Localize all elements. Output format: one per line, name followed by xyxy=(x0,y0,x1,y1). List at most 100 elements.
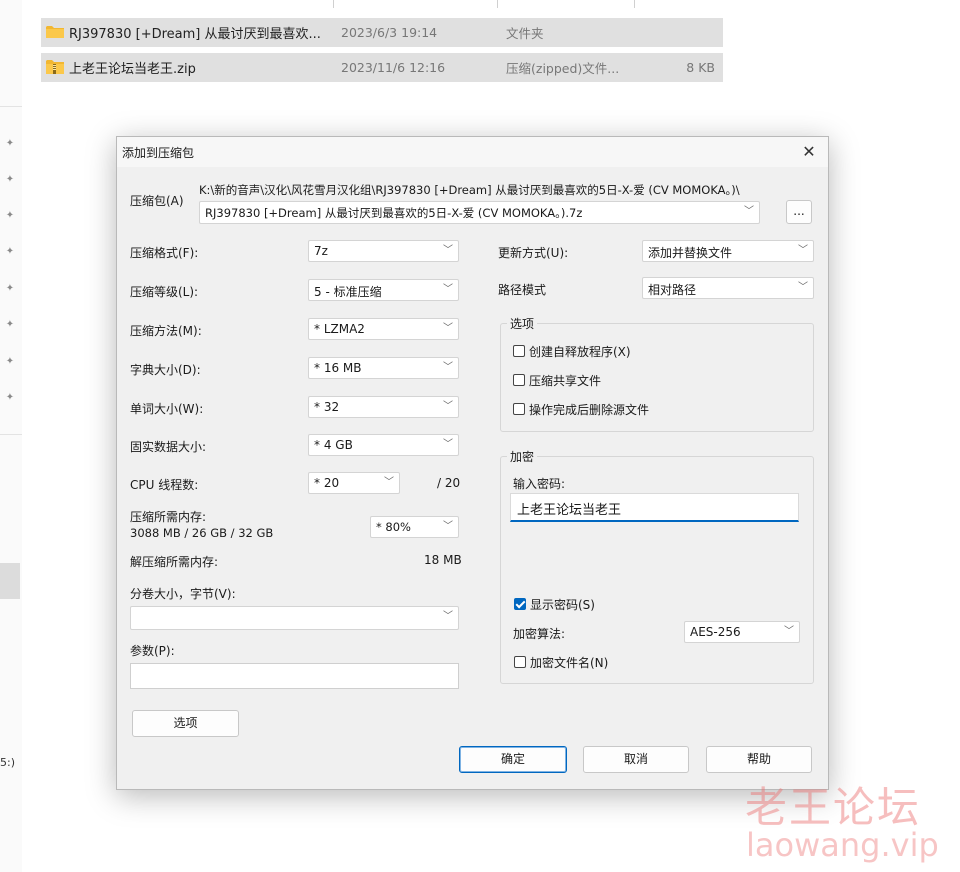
dialog-titlebar[interactable]: 添加到压缩包 ✕ xyxy=(117,137,828,167)
split-label: 分卷大小，字节(V): xyxy=(130,587,236,601)
format-select[interactable]: 7z ﹀ xyxy=(308,240,459,262)
file-row-zip[interactable]: 上老王论坛当老王.zip 2023/11/6 12:16 压缩(zipped)文… xyxy=(41,53,723,82)
nav-divider xyxy=(0,434,22,435)
sfx-checkbox[interactable] xyxy=(513,345,525,357)
encrypt-names-checkbox[interactable] xyxy=(514,656,526,668)
pin-icon: ✦ xyxy=(5,392,15,403)
sfx-label: 创建自释放程序(X) xyxy=(529,345,631,359)
mem-value: 3088 MB / 26 GB / 32 GB xyxy=(130,526,274,540)
algo-label: 加密算法: xyxy=(513,627,566,641)
chevron-down-icon: ﹀ xyxy=(443,323,453,334)
nav-item-label: 5:) xyxy=(0,756,15,769)
mem-label: 压缩所需内存: xyxy=(130,510,207,524)
method-label: 压缩方法(M): xyxy=(130,324,202,338)
format-value: 7z xyxy=(314,244,328,258)
archive-name-value: RJ397830 [+Dream] 从最讨厌到最喜欢的5日-X-爱 (CV MO… xyxy=(205,206,583,220)
path-mode-value: 相对路径 xyxy=(648,283,697,297)
chevron-down-icon: ﹀ xyxy=(443,245,453,256)
password-input[interactable]: 上老王论坛当老王 xyxy=(510,493,799,522)
word-value: * 32 xyxy=(314,400,340,414)
cpu-total: / 20 xyxy=(437,476,461,490)
file-type: 压缩(zipped)文件... xyxy=(506,61,620,76)
dict-value: * 16 MB xyxy=(314,361,362,375)
method-select[interactable]: * LZMA2 ﹀ xyxy=(308,318,459,340)
column-divider xyxy=(497,0,498,8)
pin-icon: ✦ xyxy=(5,138,15,149)
file-row-folder[interactable]: RJ397830 [+Dream] 从最讨厌到最喜欢... 2023/6/3 1… xyxy=(41,18,723,47)
options-group-title: 选项 xyxy=(507,315,538,332)
solid-value: * 4 GB xyxy=(314,438,353,452)
archive-label: 压缩包(A) xyxy=(130,194,184,208)
folder-icon xyxy=(46,26,64,38)
decomp-value: 18 MB xyxy=(424,553,462,567)
show-password-checkbox[interactable] xyxy=(514,598,526,610)
chevron-down-icon: ﹀ xyxy=(798,282,808,293)
chevron-down-icon: ﹀ xyxy=(798,245,808,256)
algo-select[interactable]: AES-256 ﹀ xyxy=(684,621,800,643)
file-date: 2023/6/3 19:14 xyxy=(341,25,438,40)
cancel-button[interactable]: 取消 xyxy=(583,746,689,773)
watermark-url: laowang.vip xyxy=(746,826,939,864)
encrypt-names-label: 加密文件名(N) xyxy=(530,656,609,670)
mem-percent-select[interactable]: * 80% ﹀ xyxy=(370,516,459,538)
algo-value: AES-256 xyxy=(690,625,741,639)
chevron-down-icon: ﹀ xyxy=(784,626,794,637)
pin-icon: ✦ xyxy=(5,246,15,257)
ok-button[interactable]: 确定 xyxy=(459,746,567,773)
delete-after-label: 操作完成后删除源文件 xyxy=(529,403,650,417)
chevron-down-icon: ﹀ xyxy=(384,477,394,488)
level-select[interactable]: 5 - 标准压缩 ﹀ xyxy=(308,279,459,301)
file-name: RJ397830 [+Dream] 从最讨厌到最喜欢... xyxy=(69,27,321,42)
add-to-archive-dialog: 添加到压缩包 ✕ 压缩包(A) K:\新的音声\汉化\风花雪月汉化组\RJ397… xyxy=(116,136,829,790)
word-label: 单词大小(W): xyxy=(130,402,204,416)
help-button[interactable]: 帮助 xyxy=(706,746,812,773)
delete-after-checkbox[interactable] xyxy=(513,403,525,415)
cpu-label: CPU 线程数: xyxy=(130,478,199,492)
explorer-navigation-pane: ✦ ✦ ✦ ✦ ✦ ✦ ✦ ✦ 5:) xyxy=(0,0,22,872)
format-label: 压缩格式(F): xyxy=(130,246,199,260)
archive-name-combo[interactable]: RJ397830 [+Dream] 从最讨厌到最喜欢的5日-X-爱 (CV MO… xyxy=(199,201,760,224)
decomp-label: 解压缩所需内存: xyxy=(130,555,219,569)
file-size: 8 KB xyxy=(686,60,715,75)
encryption-group-title: 加密 xyxy=(507,448,538,465)
nav-divider xyxy=(0,106,22,107)
file-type: 文件夹 xyxy=(506,26,544,41)
mem-percent-value: * 80% xyxy=(376,520,411,534)
pin-icon: ✦ xyxy=(5,210,15,221)
password-value: 上老王论坛当老王 xyxy=(517,503,622,518)
update-select[interactable]: 添加并替换文件 ﹀ xyxy=(642,240,814,262)
params-input[interactable] xyxy=(130,663,459,689)
file-name: 上老王论坛当老王.zip xyxy=(69,62,196,77)
word-select[interactable]: * 32 ﹀ xyxy=(308,396,459,418)
dialog-title: 添加到压缩包 xyxy=(122,146,195,160)
pin-icon: ✦ xyxy=(5,283,15,294)
cpu-select[interactable]: * 20 ﹀ xyxy=(308,472,400,494)
level-label: 压缩等级(L): xyxy=(130,285,199,299)
level-value: 5 - 标准压缩 xyxy=(314,285,382,299)
column-divider xyxy=(333,0,334,8)
dict-label: 字典大小(D): xyxy=(130,363,201,377)
close-button[interactable]: ✕ xyxy=(796,140,822,164)
pin-icon: ✦ xyxy=(5,174,15,185)
cpu-value: * 20 xyxy=(314,476,340,490)
column-divider xyxy=(634,0,635,8)
dict-select[interactable]: * 16 MB ﹀ xyxy=(308,357,459,379)
split-size-combo[interactable]: ﹀ xyxy=(130,606,459,630)
update-value: 添加并替换文件 xyxy=(648,246,733,260)
solid-select[interactable]: * 4 GB ﹀ xyxy=(308,434,459,456)
nav-selected-item[interactable] xyxy=(0,563,20,599)
chevron-down-icon: ﹀ xyxy=(744,206,754,217)
chevron-down-icon: ﹀ xyxy=(443,362,453,373)
chevron-down-icon: ﹀ xyxy=(443,284,453,295)
method-value: * LZMA2 xyxy=(314,322,365,336)
shared-checkbox[interactable] xyxy=(513,374,525,386)
path-mode-select[interactable]: 相对路径 ﹀ xyxy=(642,277,814,299)
options-button[interactable]: 选项 xyxy=(132,710,239,737)
params-label: 参数(P): xyxy=(130,644,175,658)
pin-icon: ✦ xyxy=(5,356,15,367)
browse-button[interactable]: ... xyxy=(786,200,812,224)
zip-folder-icon xyxy=(46,60,64,74)
chevron-down-icon: ﹀ xyxy=(443,521,453,532)
file-date: 2023/11/6 12:16 xyxy=(341,60,446,75)
chevron-down-icon: ﹀ xyxy=(443,401,453,412)
